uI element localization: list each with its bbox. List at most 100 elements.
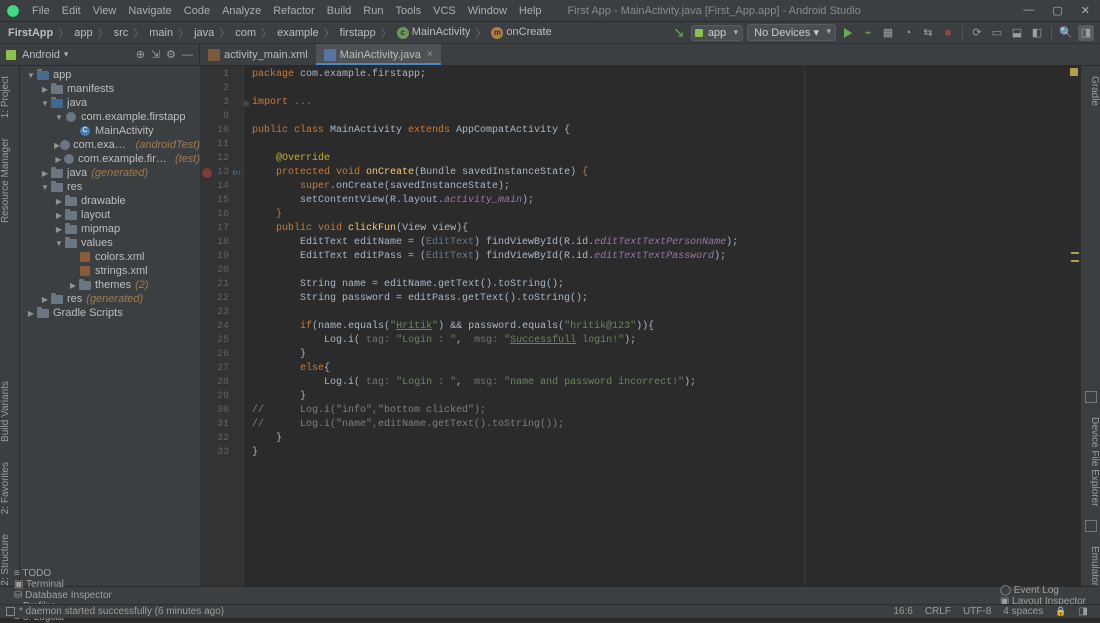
code-line[interactable]: public void clickFun(View view){ — [252, 222, 1080, 236]
gutter-line[interactable]: 25 — [200, 334, 243, 348]
gutter-line[interactable]: 2 — [200, 82, 243, 96]
editor-gutter[interactable]: 123⊞910111213o↑1415161718192021222324252… — [200, 66, 244, 596]
tree-twisty[interactable]: ▶ — [26, 309, 36, 318]
tool-resource-manager[interactable]: Resource Manager — [0, 128, 19, 233]
tree-node[interactable]: colors.xml — [20, 250, 200, 264]
attach-debugger-button[interactable]: ⇆ — [920, 25, 936, 41]
project-tool-window[interactable]: ▼ app ▶ manifests ▼ java ▼ com.example.f… — [20, 66, 200, 596]
tree-node[interactable]: ▼ res — [20, 180, 200, 194]
breadcrumb-seg[interactable]: monCreate — [489, 26, 553, 38]
menu-navigate[interactable]: Navigate — [122, 5, 177, 17]
run-config-dropdown[interactable]: app — [691, 25, 743, 41]
tree-twisty[interactable]: ▼ — [26, 71, 36, 80]
code-line[interactable]: } — [252, 208, 1080, 222]
sdk-button[interactable]: ⬓ — [1009, 25, 1025, 41]
breadcrumb-seg[interactable]: src — [112, 27, 131, 39]
tree-node[interactable]: ▶ res (generated) — [20, 292, 200, 306]
tree-node[interactable]: ▼ java — [20, 96, 200, 110]
code-line[interactable]: public class MainActivity extends AppCom… — [252, 124, 1080, 138]
gutter-line[interactable]: 31 — [200, 418, 243, 432]
tree-twisty[interactable]: ▶ — [54, 155, 63, 164]
menu-help[interactable]: Help — [513, 5, 548, 17]
code-line[interactable]: else{ — [252, 362, 1080, 376]
minimize-button[interactable]: — — [1023, 4, 1034, 17]
maximize-button[interactable]: ▢ — [1052, 4, 1062, 17]
hide-icon[interactable]: — — [182, 49, 193, 61]
tree-twisty[interactable]: ▼ — [54, 239, 64, 248]
tool-device-file-explorer[interactable]: Device File Explorer — [1081, 407, 1100, 516]
menu-run[interactable]: Run — [357, 5, 389, 17]
tree-twisty[interactable]: ▶ — [68, 281, 78, 290]
tree-node[interactable]: ▶ Gradle Scripts — [20, 306, 200, 320]
gutter-line[interactable]: 1 — [200, 68, 243, 82]
resource-button[interactable]: ◧ — [1029, 25, 1045, 41]
tree-twisty[interactable]: ▼ — [40, 99, 50, 108]
code-line[interactable]: // Log.i("name",editName.getText().toStr… — [252, 418, 1080, 432]
tree-node[interactable]: C MainActivity — [20, 124, 200, 138]
tree-node[interactable]: ▶ manifests — [20, 82, 200, 96]
gutter-line[interactable]: 27 — [200, 362, 243, 376]
code-line[interactable]: if(name.equals("Hritik") && password.equ… — [252, 320, 1080, 334]
tree-twisty[interactable]: ▶ — [54, 197, 64, 206]
gear-icon[interactable]: ⚙ — [166, 48, 176, 61]
bottom-tab[interactable]: ▣ Terminal — [6, 579, 120, 590]
code-line[interactable]: import ... — [252, 96, 1080, 110]
menu-view[interactable]: View — [87, 5, 123, 17]
tool-icon[interactable] — [1085, 391, 1097, 403]
tool-2-favorites[interactable]: 2: Favorites — [0, 452, 19, 524]
profile-button[interactable]: ◔ — [900, 25, 916, 41]
bottom-tab[interactable]: ≡ TODO — [6, 568, 120, 579]
code-line[interactable]: String name = editName.getText().toStrin… — [252, 278, 1080, 292]
tree-node[interactable]: strings.xml — [20, 264, 200, 278]
menu-tools[interactable]: Tools — [389, 5, 427, 17]
close-button[interactable]: ✕ — [1081, 4, 1090, 17]
tool-build-variants[interactable]: Build Variants — [0, 371, 19, 452]
gutter-line[interactable]: 28 — [200, 376, 243, 390]
override-icon[interactable]: o↑ — [232, 167, 242, 181]
device-dropdown[interactable]: No Devices ▾ — [747, 24, 836, 41]
project-view-selector[interactable]: Android ▾ ⊕ ⇲ ⚙ — — [0, 44, 200, 65]
code-line[interactable]: @Override — [252, 152, 1080, 166]
tree-twisty[interactable]: ▼ — [40, 183, 50, 192]
code-editor[interactable]: 123⊞910111213o↑1415161718192021222324252… — [200, 66, 1080, 596]
gutter-line[interactable]: 26 — [200, 348, 243, 362]
breadcrumb-seg[interactable]: com — [233, 27, 258, 39]
menu-build[interactable]: Build — [321, 5, 357, 17]
tree-twisty[interactable]: ▶ — [40, 85, 50, 94]
search-button[interactable]: 🔍 — [1058, 25, 1074, 41]
tree-node[interactable]: ▶ com.example.firstapp (androidTest) — [20, 138, 200, 152]
breadcrumb-seg[interactable]: cMainActivity — [395, 26, 473, 38]
code-line[interactable]: setContentView(R.layout.activity_main); — [252, 194, 1080, 208]
code-line[interactable]: Log.i( tag: "Login : ", msg: "name and p… — [252, 376, 1080, 390]
code-line[interactable]: EditText editName = (EditText) findViewB… — [252, 236, 1080, 250]
breadcrumb-seg[interactable]: example — [275, 27, 321, 39]
tree-node[interactable]: ▼ app — [20, 68, 200, 82]
build-button[interactable]: ↘ — [671, 25, 687, 41]
code-line[interactable]: // Log.i("info","bottom clicked"); — [252, 404, 1080, 418]
menu-window[interactable]: Window — [462, 5, 513, 17]
tree-twisty[interactable]: ▶ — [40, 169, 50, 178]
tree-twisty[interactable]: ▼ — [54, 113, 64, 122]
breadcrumb-seg[interactable]: main — [147, 27, 175, 39]
expand-all-icon[interactable]: ⇲ — [151, 48, 160, 61]
bottom-tab[interactable]: ◯ Event Log — [992, 585, 1094, 596]
tool-1-project[interactable]: 1: Project — [0, 66, 19, 128]
select-opened-file-icon[interactable]: ⊕ — [136, 48, 145, 61]
gutter-line[interactable]: 21 — [200, 278, 243, 292]
code-line[interactable] — [252, 110, 1080, 124]
gutter-line[interactable]: 23 — [200, 306, 243, 320]
tree-node[interactable]: ▶ java (generated) — [20, 166, 200, 180]
code-line[interactable]: String password = editPass.getText().toS… — [252, 292, 1080, 306]
gutter-line[interactable]: 3⊞ — [200, 96, 243, 110]
error-stripe[interactable] — [1070, 66, 1080, 596]
tree-node[interactable]: ▶ drawable — [20, 194, 200, 208]
code-line[interactable] — [252, 82, 1080, 96]
gutter-line[interactable]: 11 — [200, 138, 243, 152]
tree-twisty[interactable]: ▶ — [54, 225, 64, 234]
tree-node[interactable]: ▶ mipmap — [20, 222, 200, 236]
file-encoding[interactable]: UTF-8 — [957, 606, 997, 617]
gutter-line[interactable]: 19 — [200, 250, 243, 264]
line-separator[interactable]: CRLF — [919, 606, 957, 617]
gutter-line[interactable]: 9 — [200, 110, 243, 124]
bottom-tab[interactable]: ⛁ Database Inspector — [6, 590, 120, 601]
